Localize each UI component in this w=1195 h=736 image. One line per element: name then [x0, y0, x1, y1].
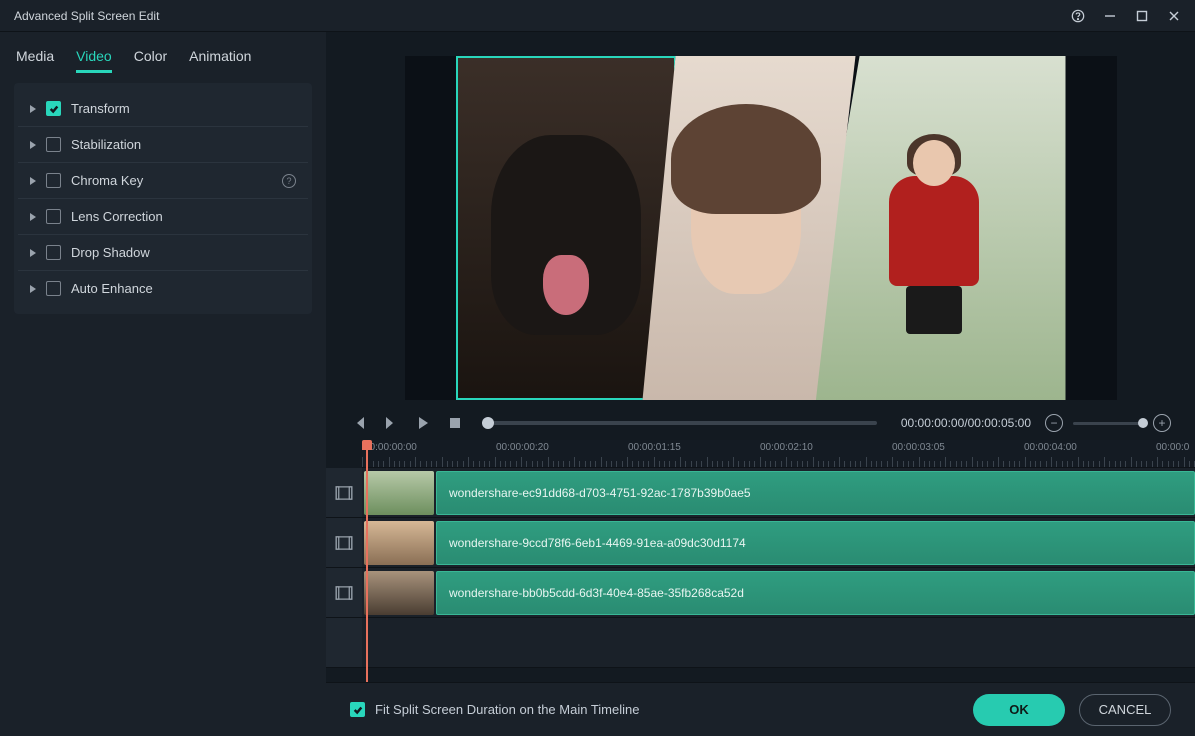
prop-stabilization[interactable]: Stabilization	[18, 127, 308, 163]
playback-bar: 00:00:00:00/00:00:05:00 − +	[326, 404, 1195, 440]
minimize-icon[interactable]	[1103, 9, 1117, 23]
fit-duration-label: Fit Split Screen Duration on the Main Ti…	[375, 702, 639, 717]
track-icon[interactable]	[326, 568, 362, 617]
checkbox-chroma-key[interactable]	[46, 173, 61, 188]
zoom-knob[interactable]	[1138, 418, 1148, 428]
track-1[interactable]: wondershare-ec91dd68-d703-4751-92ac-1787…	[326, 468, 1195, 518]
prop-lens-correction[interactable]: Lens Correction	[18, 199, 308, 235]
clip-label: wondershare-ec91dd68-d703-4751-92ac-1787…	[449, 486, 751, 500]
seek-slider[interactable]	[488, 421, 877, 425]
zoom-slider[interactable]	[1073, 422, 1143, 425]
prop-label: Auto Enhance	[71, 281, 296, 296]
ruler-label: 00:00:04:00	[1024, 442, 1077, 453]
ok-button[interactable]: OK	[973, 694, 1065, 726]
properties-panel: Media Video Color Animation Transform St…	[0, 32, 326, 736]
footer: Fit Split Screen Duration on the Main Ti…	[326, 682, 1195, 736]
tab-color[interactable]: Color	[134, 48, 167, 73]
track-2[interactable]: wondershare-9ccd78f6-6eb1-4469-91ea-a09d…	[326, 518, 1195, 568]
prop-label: Stabilization	[71, 137, 296, 152]
clip-2[interactable]: wondershare-9ccd78f6-6eb1-4469-91ea-a09d…	[436, 521, 1195, 565]
timecode-display: 00:00:00:00/00:00:05:00	[901, 416, 1031, 430]
ruler-label: 00:00:00:20	[496, 442, 549, 453]
clip-label: wondershare-bb0b5cdd-6d3f-40e4-85ae-35fb…	[449, 586, 744, 600]
ruler-label: 00:00:0	[1156, 442, 1189, 453]
info-icon[interactable]: ?	[282, 174, 296, 188]
clip-thumb	[364, 471, 434, 515]
checkbox-lens-correction[interactable]	[46, 209, 61, 224]
prop-transform[interactable]: Transform	[18, 91, 308, 127]
play-button[interactable]	[414, 414, 432, 432]
timeline-ruler[interactable]: 00:00:00:00 00:00:00:20 00:00:01:15 00:0…	[362, 440, 1195, 468]
track-icon[interactable]	[326, 468, 362, 517]
preview-canvas[interactable]	[405, 56, 1117, 400]
tab-media[interactable]: Media	[16, 48, 54, 73]
checkbox-stabilization[interactable]	[46, 137, 61, 152]
checkbox-drop-shadow[interactable]	[46, 245, 61, 260]
maximize-icon[interactable]	[1135, 9, 1149, 23]
chevron-right-icon[interactable]	[30, 141, 36, 149]
tab-animation[interactable]: Animation	[189, 48, 251, 73]
prop-auto-enhance[interactable]: Auto Enhance	[18, 271, 308, 306]
zoom-out-button[interactable]: −	[1045, 414, 1063, 432]
chevron-right-icon[interactable]	[30, 177, 36, 185]
timeline: 00:00:00:00 00:00:00:20 00:00:01:15 00:0…	[326, 440, 1195, 682]
clip-1[interactable]: wondershare-ec91dd68-d703-4751-92ac-1787…	[436, 471, 1195, 515]
track-icon[interactable]	[326, 518, 362, 567]
seek-knob[interactable]	[482, 417, 494, 429]
clip-thumb	[364, 571, 434, 615]
titlebar: Advanced Split Screen Edit	[0, 0, 1195, 32]
window-title: Advanced Split Screen Edit	[14, 9, 159, 23]
stop-button[interactable]	[446, 414, 464, 432]
chevron-right-icon[interactable]	[30, 285, 36, 293]
track-empty[interactable]	[326, 618, 1195, 668]
playhead[interactable]	[366, 440, 368, 682]
prop-label: Transform	[71, 101, 296, 116]
chevron-right-icon[interactable]	[30, 105, 36, 113]
clip-thumb	[364, 521, 434, 565]
tracks: wondershare-ec91dd68-d703-4751-92ac-1787…	[326, 468, 1195, 668]
close-icon[interactable]	[1167, 9, 1181, 23]
ruler-label: 00:00:03:05	[892, 442, 945, 453]
ruler-label: 00:00:02:10	[760, 442, 813, 453]
prop-drop-shadow[interactable]: Drop Shadow	[18, 235, 308, 271]
prop-label: Drop Shadow	[71, 245, 296, 260]
prop-chroma-key[interactable]: Chroma Key ?	[18, 163, 308, 199]
checkbox-auto-enhance[interactable]	[46, 281, 61, 296]
cancel-button[interactable]: CANCEL	[1079, 694, 1171, 726]
help-icon[interactable]	[1071, 9, 1085, 23]
prop-label: Lens Correction	[71, 209, 296, 224]
clip-3[interactable]: wondershare-bb0b5cdd-6d3f-40e4-85ae-35fb…	[436, 571, 1195, 615]
checkbox-transform[interactable]	[46, 101, 61, 116]
prop-label: Chroma Key	[71, 173, 272, 188]
track-3[interactable]: wondershare-bb0b5cdd-6d3f-40e4-85ae-35fb…	[326, 568, 1195, 618]
step-forward-button[interactable]	[382, 414, 400, 432]
chevron-right-icon[interactable]	[30, 249, 36, 257]
zoom-in-button[interactable]: +	[1153, 414, 1171, 432]
chevron-right-icon[interactable]	[30, 213, 36, 221]
clip-label: wondershare-9ccd78f6-6eb1-4469-91ea-a09d…	[449, 536, 746, 550]
tab-video[interactable]: Video	[76, 48, 112, 73]
split-pane-1[interactable]	[456, 56, 676, 400]
property-list: Transform Stabilization Chroma Key ? Len…	[14, 83, 312, 314]
ruler-label: 00:00:01:15	[628, 442, 681, 453]
track-icon	[326, 618, 362, 667]
sidebar-tabs: Media Video Color Animation	[14, 44, 312, 83]
checkbox-fit-duration[interactable]	[350, 702, 365, 717]
step-back-button[interactable]	[350, 414, 368, 432]
editor-content: 00:00:00:00/00:00:05:00 − + 00:00:00:00 …	[326, 32, 1195, 736]
